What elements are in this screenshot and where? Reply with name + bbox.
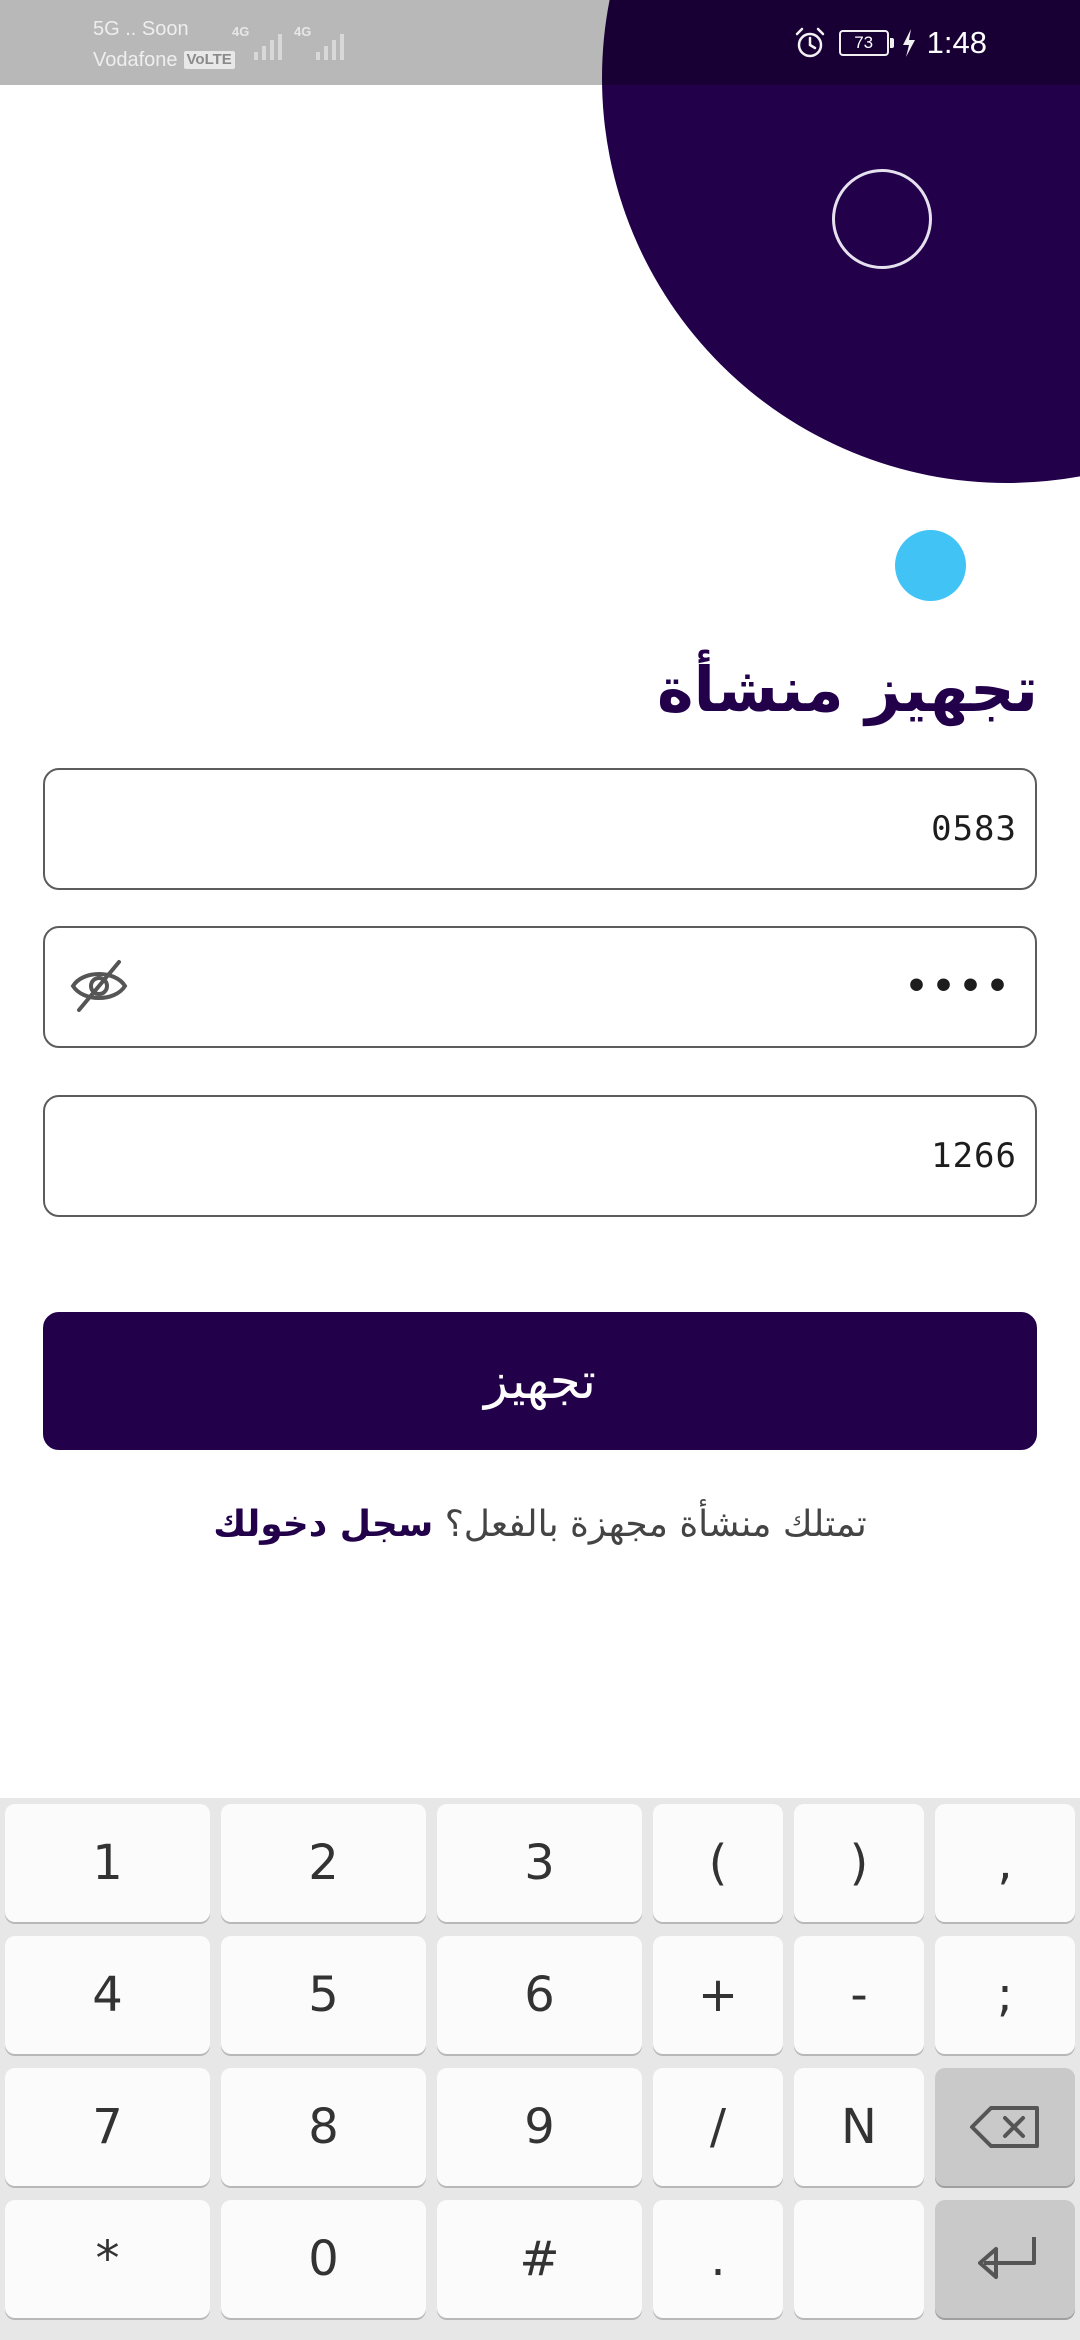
key[interactable]: 8: [221, 2068, 426, 2186]
key[interactable]: .: [653, 2200, 783, 2318]
status-bar: 5G .. Soon Vodafone VoLTE 4G 4G 73 1:48: [0, 0, 1080, 85]
key[interactable]: 4: [5, 1936, 210, 2054]
battery-level: 73: [854, 33, 874, 52]
screen: 5G .. Soon Vodafone VoLTE 4G 4G 73 1:48 …: [0, 0, 1080, 2340]
key[interactable]: /: [653, 2068, 783, 2186]
backspace-key[interactable]: [935, 2068, 1075, 2186]
backspace-icon: [970, 2106, 1039, 2148]
third-input-value: 1266: [931, 1136, 1017, 1176]
key[interactable]: +: [653, 1936, 783, 2054]
sim1-signal: 4G: [232, 24, 292, 60]
decorative-dot: [895, 530, 966, 601]
key[interactable]: 7: [5, 2068, 210, 2186]
key[interactable]: 2: [221, 1804, 426, 1922]
key[interactable]: ;: [935, 1936, 1075, 2054]
key[interactable]: 9: [437, 2068, 642, 2186]
signal-bars-icon: [254, 34, 282, 60]
decorative-ring: [832, 169, 932, 269]
key[interactable]: -: [794, 1936, 924, 2054]
enter-key[interactable]: [935, 2200, 1075, 2318]
key[interactable]: #: [437, 2200, 642, 2318]
key[interactable]: *: [5, 2200, 210, 2318]
third-input-field[interactable]: 1266: [43, 1095, 1037, 1217]
eye-off-icon[interactable]: [69, 958, 129, 1014]
sim2-signal: 4G: [294, 24, 354, 60]
status-time: 1:48: [926, 25, 987, 60]
submit-button[interactable]: تجهيز: [43, 1312, 1037, 1450]
lightning-icon: [902, 29, 915, 57]
sim1-network-label: 4G: [232, 24, 250, 39]
volte-badge: VoLTE: [183, 51, 235, 69]
password-value: ••••: [904, 966, 1013, 1007]
password-field[interactable]: ••••: [43, 926, 1037, 1048]
login-prompt-text: تمتلك منشأة مجهزة بالفعل؟: [444, 1504, 867, 1545]
carrier-line2: Vodafone: [93, 49, 178, 71]
key[interactable]: 0: [221, 2200, 426, 2318]
key[interactable]: 5: [221, 1936, 426, 2054]
carrier-line1: 5G .. Soon: [93, 18, 189, 40]
alarm-clock-icon: [795, 27, 824, 58]
key[interactable]: [794, 2200, 924, 2318]
key[interactable]: (: [653, 1804, 783, 1922]
signal-bars-icon: [316, 34, 344, 60]
key[interactable]: 6: [437, 1936, 642, 2054]
first-input-value: 0583: [931, 809, 1017, 849]
sim2-network-label: 4G: [294, 24, 312, 39]
numeric-keyboard: 1 2 3 ( ) , 4 5 6 + - ; 7 8 9 / N * 0 # …: [0, 1798, 1080, 2340]
login-prompt: تمتلك منشأة مجهزة بالفعل؟ سجل دخولك: [0, 1490, 1080, 1560]
enter-icon: [978, 2237, 1036, 2279]
key[interactable]: 1: [5, 1804, 210, 1922]
key[interactable]: ): [794, 1804, 924, 1922]
first-input-field[interactable]: 0583: [43, 768, 1037, 890]
carrier-info: 5G .. Soon Vodafone VoLTE: [93, 14, 235, 76]
login-link[interactable]: سجل دخولك: [213, 1504, 433, 1545]
status-right: 73 1:48: [793, 22, 987, 64]
key[interactable]: 3: [437, 1804, 642, 1922]
battery-indicator: 73: [838, 30, 894, 56]
key[interactable]: N: [794, 2068, 924, 2186]
page-title: تجهيز منشأة: [656, 653, 1038, 726]
key[interactable]: ,: [935, 1804, 1075, 1922]
